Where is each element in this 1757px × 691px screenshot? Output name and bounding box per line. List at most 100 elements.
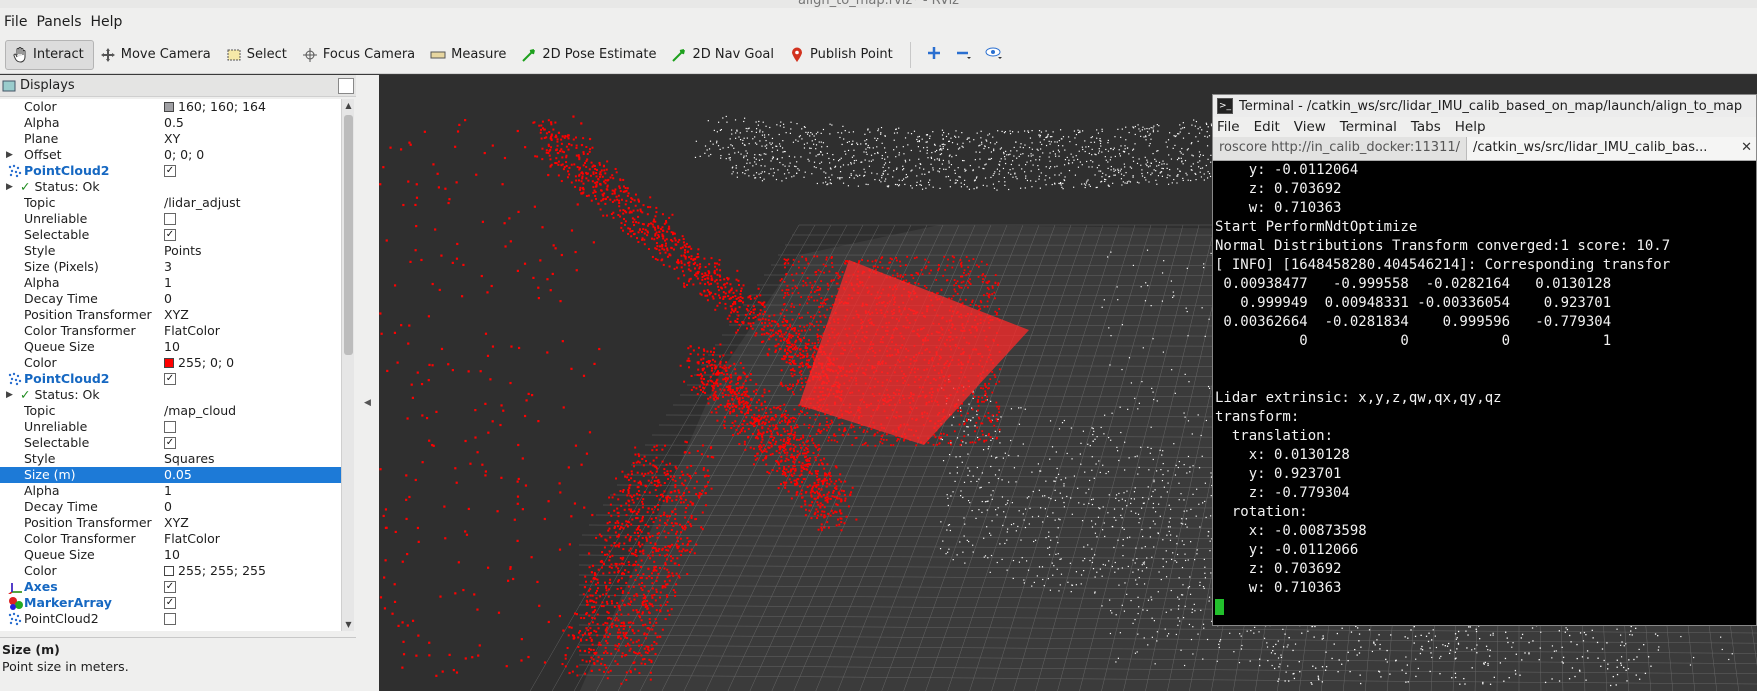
display-row[interactable]: Color 255; 255; 255 <box>0 563 341 579</box>
displays-scrollbar[interactable]: ▲ ▼ <box>341 99 354 631</box>
terminal-tab-roscore[interactable]: roscore http://in_calib_docker:11311/ <box>1213 137 1466 160</box>
property-value[interactable]: ✓ <box>164 435 341 451</box>
checkbox-unchecked[interactable] <box>164 612 176 625</box>
property-value[interactable]: 10 <box>164 547 341 563</box>
property-value[interactable]: 255; 0; 0 <box>164 355 341 371</box>
property-value[interactable]: 3 <box>164 259 341 275</box>
terminal-menu-edit[interactable]: Edit <box>1254 119 1280 135</box>
property-value[interactable]: Squares <box>164 451 341 467</box>
displays-tree[interactable]: Color 160; 160; 164 Alpha 0.5 Plane XY ▶ Offset… <box>0 99 341 631</box>
publish-point-tool-button[interactable]: Publish Point <box>783 40 902 70</box>
menu-panels[interactable]: Panels <box>36 14 90 30</box>
display-row[interactable]: Selectable ✓ <box>0 227 341 243</box>
expand-arrow-icon[interactable]: ▶ <box>6 147 13 163</box>
property-value[interactable]: 255; 255; 255 <box>164 563 341 579</box>
display-row[interactable]: ▶ ✓ Status: Ok <box>0 179 341 195</box>
display-row[interactable]: Alpha 0.5 <box>0 115 341 131</box>
display-item-axes[interactable]: Axes ✓ <box>0 579 341 595</box>
property-value[interactable]: 1 <box>164 275 341 291</box>
property-value[interactable]: FlatColor <box>164 323 341 339</box>
color-swatch[interactable] <box>164 565 174 576</box>
checkbox-checked[interactable]: ✓ <box>164 372 176 385</box>
display-row[interactable]: Color Transformer FlatColor <box>0 531 341 547</box>
expand-arrow-icon[interactable]: ▶ <box>6 179 13 195</box>
expand-arrow-icon[interactable]: ▶ <box>6 387 13 403</box>
property-value[interactable] <box>164 611 341 627</box>
property-value[interactable]: 0 <box>164 291 341 307</box>
property-value[interactable]: ✓ <box>164 371 341 387</box>
color-swatch[interactable] <box>164 101 174 112</box>
display-row[interactable]: Color 255; 0; 0 <box>0 355 341 371</box>
property-value[interactable]: 0 <box>164 499 341 515</box>
menu-file[interactable]: File <box>4 14 36 30</box>
terminal-menu-help[interactable]: Help <box>1455 119 1486 135</box>
measure-tool-button[interactable]: Measure <box>424 40 515 70</box>
checkbox-unchecked[interactable] <box>164 212 176 225</box>
property-value[interactable]: 10 <box>164 339 341 355</box>
property-value[interactable]: ✓ <box>164 163 341 179</box>
close-tab-icon[interactable]: ✕ <box>1741 140 1752 155</box>
display-row[interactable]: Queue Size 10 <box>0 339 341 355</box>
property-value[interactable]: 1 <box>164 483 341 499</box>
checkbox-unchecked[interactable] <box>164 420 176 433</box>
display-row[interactable]: ▶ Offset 0; 0; 0 <box>0 147 341 163</box>
display-item-pointcloud2[interactable]: PointCloud2 <box>0 611 341 627</box>
checkbox-checked[interactable]: ✓ <box>164 436 176 449</box>
display-row[interactable]: Alpha 1 <box>0 275 341 291</box>
display-row[interactable]: Style Points <box>0 243 341 259</box>
checkbox-checked[interactable]: ✓ <box>164 164 176 177</box>
menu-help[interactable]: Help <box>91 14 132 30</box>
color-swatch[interactable] <box>164 357 174 368</box>
property-value[interactable]: ✓ <box>164 595 341 611</box>
displays-close-button[interactable] <box>338 78 354 94</box>
display-row[interactable]: Decay Time 0 <box>0 499 341 515</box>
scroll-down-icon[interactable]: ▼ <box>342 618 355 631</box>
display-item-markerarray[interactable]: MarkerArray ✓ <box>0 595 341 611</box>
display-row[interactable]: Plane XY <box>0 131 341 147</box>
add-tool-button[interactable] <box>919 40 949 70</box>
display-row[interactable]: Position Transformer XYZ <box>0 515 341 531</box>
scroll-up-icon[interactable]: ▲ <box>342 99 355 112</box>
remove-tool-button[interactable] <box>949 40 979 70</box>
property-value[interactable]: Points <box>164 243 341 259</box>
view-tool-menu-button[interactable] <box>979 40 1009 70</box>
property-value[interactable]: ✓ <box>164 227 341 243</box>
checkbox-checked[interactable]: ✓ <box>164 228 176 241</box>
nav-goal-tool-button[interactable]: 2D Nav Goal <box>665 40 783 70</box>
display-row[interactable]: Size (Pixels) 3 <box>0 259 341 275</box>
display-row[interactable]: Topic/lidar_adjust <box>0 195 341 211</box>
collapse-left-icon[interactable]: ◀ <box>364 398 371 408</box>
checkbox-checked[interactable]: ✓ <box>164 596 176 609</box>
property-value[interactable]: 0.05 <box>164 467 341 483</box>
display-row[interactable]: ▶ ✓ Status: Ok <box>0 387 341 403</box>
property-value[interactable]: 160; 160; 164 <box>164 99 341 115</box>
property-value[interactable] <box>164 211 341 227</box>
move-camera-tool-button[interactable]: Move Camera <box>94 40 220 70</box>
display-row[interactable]: Color Transformer FlatColor <box>0 323 341 339</box>
terminal-window[interactable]: >_ Terminal - /catkin_ws/src/lidar_IMU_c… <box>1212 94 1757 626</box>
display-row[interactable]: Topic/map_cloud <box>0 403 341 419</box>
terminal-menu-file[interactable]: File <box>1217 119 1240 135</box>
display-row[interactable]: Alpha 1 <box>0 483 341 499</box>
terminal-menu-terminal[interactable]: Terminal <box>1340 119 1397 135</box>
display-row[interactable]: Position Transformer XYZ <box>0 307 341 323</box>
property-value[interactable]: ✓ <box>164 579 341 595</box>
pose-estimate-tool-button[interactable]: 2D Pose Estimate <box>515 40 665 70</box>
scrollbar-thumb[interactable] <box>344 115 353 355</box>
property-value[interactable]: /map_cloud <box>164 403 341 419</box>
checkbox-checked[interactable]: ✓ <box>164 580 176 593</box>
terminal-tab-active[interactable]: /catkin_ws/src/lidar_IMU_calib_bas... ✕ <box>1466 137 1756 160</box>
display-item-pointcloud2[interactable]: PointCloud2 ✓ <box>0 371 341 387</box>
display-row[interactable]: Decay Time 0 <box>0 291 341 307</box>
display-row[interactable]: Unreliable <box>0 211 341 227</box>
panel-splitter[interactable]: ◀ <box>356 75 379 691</box>
terminal-menu-view[interactable]: View <box>1294 119 1326 135</box>
interact-tool-button[interactable]: Interact <box>5 39 94 70</box>
property-value[interactable]: XY <box>164 131 341 147</box>
property-value[interactable]: 0.5 <box>164 115 341 131</box>
display-row[interactable]: Style Squares <box>0 451 341 467</box>
property-value[interactable]: XYZ <box>164 515 341 531</box>
focus-camera-tool-button[interactable]: Focus Camera <box>296 40 424 70</box>
property-value[interactable]: /lidar_adjust <box>164 195 341 211</box>
display-row[interactable]: Color 160; 160; 164 <box>0 99 341 115</box>
